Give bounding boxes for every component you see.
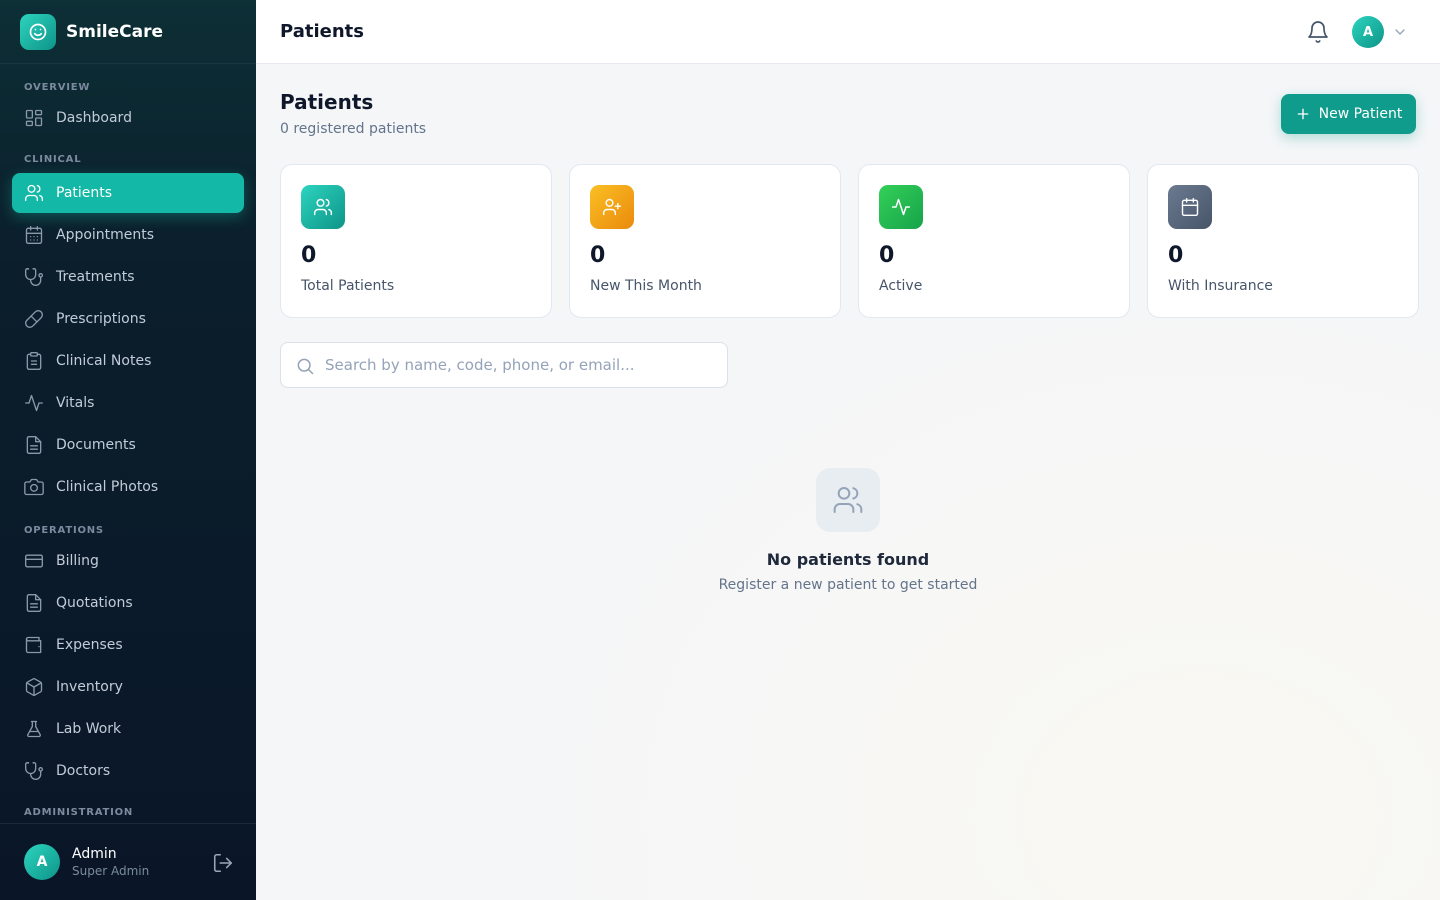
stethoscope-icon — [25, 268, 44, 286]
search-icon — [297, 358, 314, 375]
chevron-down-icon[interactable] — [1392, 24, 1408, 40]
bell-icon[interactable] — [1306, 20, 1330, 44]
main-content: Patients 0 registered patients New Patie… — [256, 64, 1440, 900]
file-text-icon — [26, 436, 42, 454]
calendar-icon — [25, 226, 43, 244]
stat-icon-bg — [879, 185, 923, 229]
stethoscope-icon — [25, 762, 44, 780]
camera-icon — [24, 478, 44, 496]
sidebar-item-label: Prescriptions — [56, 311, 146, 327]
stat-card-active: 0 Active — [858, 164, 1130, 318]
activity-icon — [25, 394, 43, 412]
sidebar-item-label: Documents — [56, 437, 136, 453]
header-avatar[interactable]: A — [1352, 16, 1384, 48]
stat-icon-bg — [301, 185, 345, 229]
stat-card-new-this-month: 0 New This Month — [569, 164, 841, 318]
section-clinical: CLINICAL — [24, 154, 82, 165]
user-name: Admin — [72, 846, 117, 862]
dashboard-icon — [25, 109, 43, 127]
stat-icon-bg — [1168, 185, 1212, 229]
calendar-icon — [1181, 197, 1199, 217]
sidebar-item-label: Vitals — [56, 395, 95, 411]
sidebar: SmileCare OVERVIEW Dashboard CLINICAL Pa… — [0, 0, 256, 900]
stat-label: With Insurance — [1168, 278, 1273, 294]
top-bar: Patients A — [256, 0, 1440, 64]
sidebar-item-vitals[interactable]: Vitals — [12, 383, 244, 423]
file-icon — [26, 594, 42, 612]
sidebar-item-label: Doctors — [56, 763, 111, 779]
stat-label: Total Patients — [301, 278, 395, 294]
sidebar-item-documents[interactable]: Documents — [12, 425, 244, 465]
sidebar-item-label: Inventory — [56, 679, 123, 695]
wallet-icon — [25, 636, 42, 654]
stat-card-total: 0 Total Patients — [280, 164, 552, 318]
sidebar-item-prescriptions[interactable]: Prescriptions — [12, 299, 244, 339]
sidebar-item-label: Quotations — [56, 595, 133, 611]
sidebar-item-inventory[interactable]: Inventory — [12, 667, 244, 707]
search-input[interactable] — [325, 343, 715, 387]
stats-cards: 0 Total Patients 0 New This Month 0 Acti… — [280, 164, 1419, 318]
stat-value: 0 — [301, 243, 317, 268]
sidebar-item-label: Clinical Notes — [56, 353, 152, 369]
sidebar-item-label: Patients — [56, 185, 113, 201]
activity-icon — [891, 198, 911, 216]
sidebar-item-treatments[interactable]: Treatments — [12, 257, 244, 297]
section-overview: OVERVIEW — [24, 82, 91, 93]
stat-value: 0 — [879, 243, 895, 268]
pill-icon — [25, 310, 43, 328]
brand-name: SmileCare — [66, 21, 164, 42]
patient-count: 0 registered patients — [280, 121, 427, 137]
sidebar-item-doctors[interactable]: Doctors — [12, 751, 244, 791]
stat-label: New This Month — [590, 278, 702, 294]
smile-logo-icon — [20, 13, 56, 50]
sidebar-item-appointments[interactable]: Appointments — [12, 215, 244, 255]
plus-icon — [1297, 108, 1308, 120]
stat-card-insurance: 0 With Insurance — [1147, 164, 1419, 318]
sidebar-item-label: Expenses — [56, 637, 123, 653]
clipboard-icon — [26, 352, 42, 370]
user-plus-icon — [602, 198, 622, 216]
brand[interactable]: SmileCare — [0, 0, 256, 64]
flask-icon — [27, 720, 41, 738]
empty-state-subtitle: Register a new patient to get started — [718, 577, 978, 593]
sidebar-item-expenses[interactable]: Expenses — [12, 625, 244, 665]
avatar: A — [24, 844, 60, 880]
section-administration: ADMINISTRATION — [24, 807, 134, 818]
users-icon — [25, 184, 43, 202]
user-profile[interactable]: A Admin Super Admin — [0, 823, 256, 900]
sidebar-item-label: Treatments — [56, 269, 135, 285]
empty-state-users-icon — [816, 468, 880, 532]
users-icon — [313, 198, 333, 216]
sidebar-item-label: Dashboard — [56, 110, 132, 126]
stat-value: 0 — [590, 243, 606, 268]
user-role: Super Admin — [72, 864, 150, 878]
sidebar-item-quotations[interactable]: Quotations — [12, 583, 244, 623]
stat-label: Active — [879, 278, 923, 294]
package-icon — [25, 678, 43, 696]
search-box — [280, 342, 728, 388]
sidebar-item-billing[interactable]: Billing — [12, 541, 244, 581]
logout-icon[interactable] — [212, 852, 234, 874]
page-title: Patients — [280, 21, 364, 42]
sidebar-item-clinical-photos[interactable]: Clinical Photos — [12, 467, 244, 507]
sidebar-item-label: Lab Work — [56, 721, 122, 737]
sidebar-item-patients[interactable]: Patients — [12, 173, 244, 213]
empty-state-title: No patients found — [766, 550, 930, 569]
sidebar-item-dashboard[interactable]: Dashboard — [12, 98, 244, 138]
new-patient-button[interactable]: New Patient — [1281, 94, 1416, 134]
new-patient-label: New Patient — [1318, 106, 1403, 122]
sidebar-item-label: Appointments — [56, 227, 155, 243]
users-icon — [833, 487, 863, 513]
sidebar-item-label: Clinical Photos — [56, 479, 159, 495]
stat-icon-bg — [590, 185, 634, 229]
sidebar-nav: OVERVIEW Dashboard CLINICAL Patients App… — [0, 64, 256, 823]
section-title: Patients — [280, 90, 374, 114]
sidebar-item-lab-work[interactable]: Lab Work — [12, 709, 244, 749]
sidebar-item-label: Billing — [56, 553, 99, 569]
sidebar-item-clinical-notes[interactable]: Clinical Notes — [12, 341, 244, 381]
section-operations: OPERATIONS — [24, 525, 104, 536]
credit-card-icon — [25, 554, 43, 568]
stat-value: 0 — [1168, 243, 1184, 268]
